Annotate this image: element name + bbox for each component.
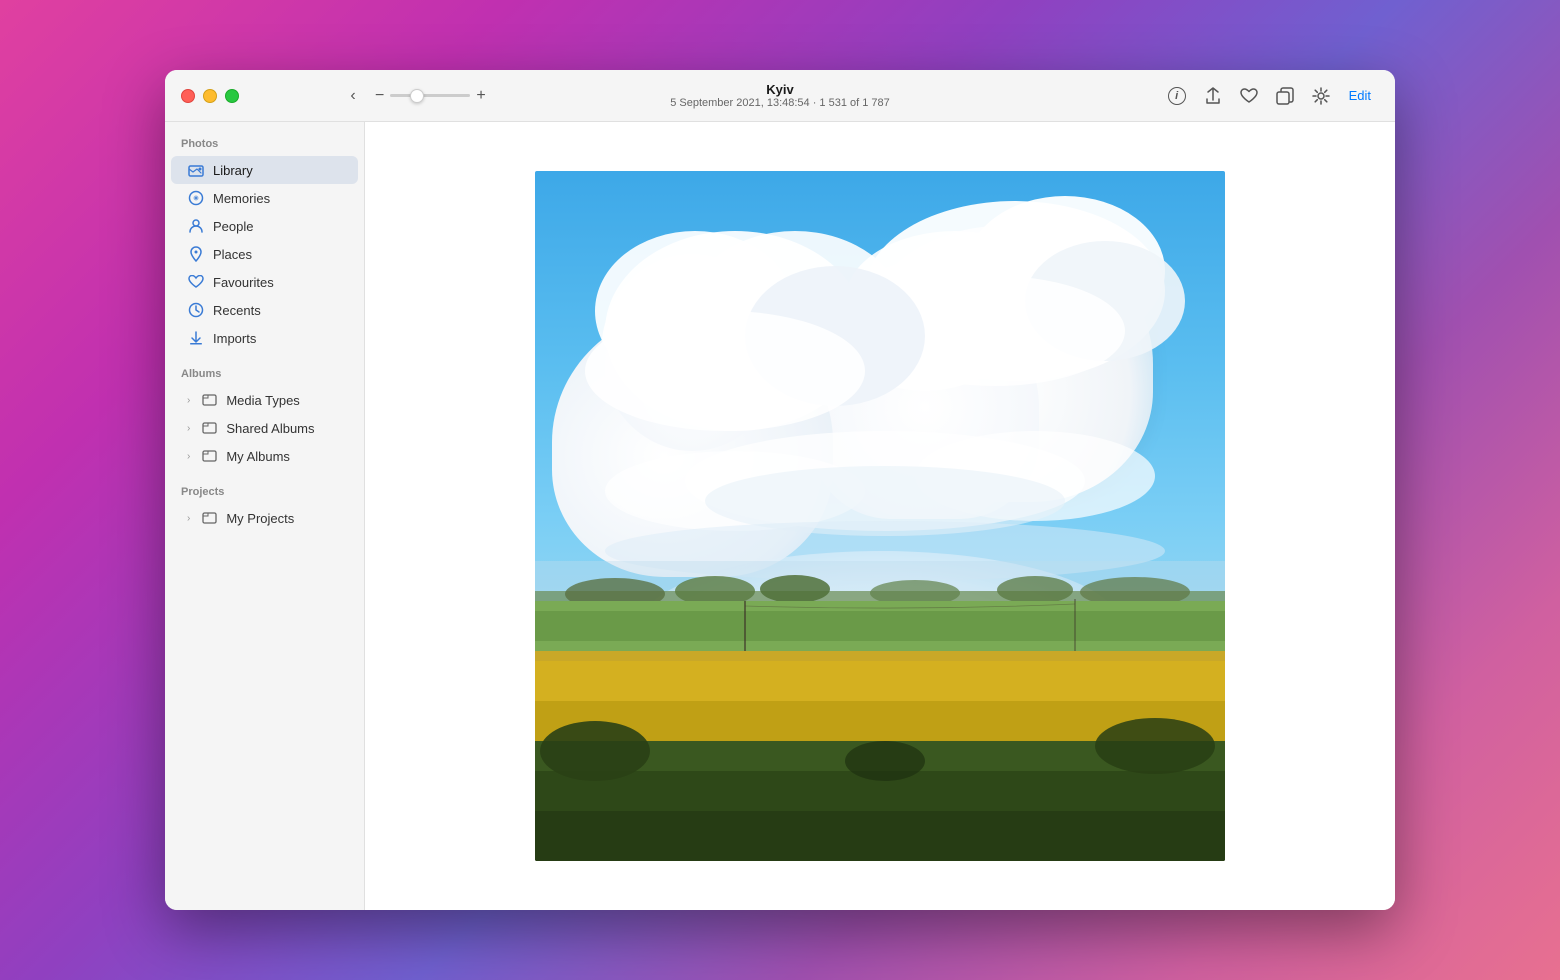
media-types-label: Media Types [226, 393, 299, 408]
my-albums-label: My Albums [226, 449, 290, 464]
favourites-icon [187, 273, 205, 291]
shared-albums-label: Shared Albums [226, 421, 314, 436]
shared-albums-icon [200, 419, 218, 437]
sidebar-item-memories[interactable]: Memories [171, 184, 358, 212]
sidebar-item-my-projects[interactable]: › My Projects [171, 504, 358, 532]
sidebar-item-my-albums[interactable]: › My Albums [171, 442, 358, 470]
photo-subtitle: 5 September 2021, 13:48:54 · 1 531 of 1 … [670, 97, 890, 109]
duplicate-button[interactable] [1269, 80, 1301, 112]
my-projects-label: My Projects [226, 511, 294, 526]
info-icon: i [1168, 87, 1186, 105]
media-types-chevron: › [187, 395, 190, 406]
edit-button[interactable]: Edit [1341, 80, 1379, 112]
imports-label: Imports [213, 331, 256, 346]
zoom-control: − + [373, 87, 488, 105]
titlebar-center: Kyiv 5 September 2021, 13:48:54 · 1 531 … [670, 82, 890, 109]
sidebar-item-library[interactable]: Library [171, 156, 358, 184]
zoom-out-button[interactable]: − [373, 87, 386, 105]
share-icon [1205, 87, 1221, 105]
clouds-svg [535, 171, 1225, 861]
sidebar-item-recents[interactable]: Recents [171, 296, 358, 324]
zoom-slider[interactable] [390, 94, 470, 97]
photo-canvas [535, 171, 1225, 861]
my-projects-icon [200, 509, 218, 527]
image-viewer[interactable] [365, 122, 1395, 910]
titlebar-nav: ‹ − + [239, 82, 488, 110]
titlebar-actions: i [1161, 80, 1395, 112]
library-icon [187, 161, 205, 179]
people-icon [187, 217, 205, 235]
media-types-icon [200, 391, 218, 409]
minimize-button[interactable] [203, 89, 217, 103]
zoom-in-button[interactable]: + [474, 87, 487, 105]
my-albums-chevron: › [187, 451, 190, 462]
share-button[interactable] [1197, 80, 1229, 112]
library-label: Library [213, 163, 253, 178]
info-button[interactable]: i [1161, 80, 1193, 112]
app-window: ‹ − + Kyiv 5 September 2021, 13:48:54 · … [165, 70, 1395, 910]
favourite-button[interactable] [1233, 80, 1265, 112]
sidebar-item-imports[interactable]: Imports [171, 324, 358, 352]
enhance-button[interactable] [1305, 80, 1337, 112]
titlebar: ‹ − + Kyiv 5 September 2021, 13:48:54 · … [165, 70, 1395, 122]
favourites-label: Favourites [213, 275, 274, 290]
heart-icon [1240, 88, 1258, 104]
sidebar-item-media-types[interactable]: › Media Types [171, 386, 358, 414]
sidebar-item-people[interactable]: People [171, 212, 358, 240]
shared-albums-chevron: › [187, 423, 190, 434]
close-button[interactable] [181, 89, 195, 103]
enhance-icon [1312, 87, 1330, 105]
places-icon [187, 245, 205, 263]
recents-label: Recents [213, 303, 261, 318]
main-content: Photos Library [165, 122, 1395, 910]
people-label: People [213, 219, 253, 234]
memories-label: Memories [213, 191, 270, 206]
photo-display [535, 171, 1225, 861]
sidebar-item-places[interactable]: Places [171, 240, 358, 268]
photo-title: Kyiv [766, 82, 793, 97]
places-label: Places [213, 247, 252, 262]
memories-icon [187, 189, 205, 207]
traffic-lights [165, 89, 239, 103]
sidebar-item-favourites[interactable]: Favourites [171, 268, 358, 296]
sidebar: Photos Library [165, 122, 365, 910]
my-projects-chevron: › [187, 513, 190, 524]
back-button[interactable]: ‹ [339, 82, 367, 110]
imports-icon [187, 329, 205, 347]
albums-section-label: Albums [165, 368, 364, 386]
maximize-button[interactable] [225, 89, 239, 103]
photos-section-label: Photos [165, 138, 364, 156]
projects-section-label: Projects [165, 486, 364, 504]
sidebar-item-shared-albums[interactable]: › Shared Albums [171, 414, 358, 442]
duplicate-icon [1276, 87, 1294, 105]
recents-icon [187, 301, 205, 319]
my-albums-icon [200, 447, 218, 465]
